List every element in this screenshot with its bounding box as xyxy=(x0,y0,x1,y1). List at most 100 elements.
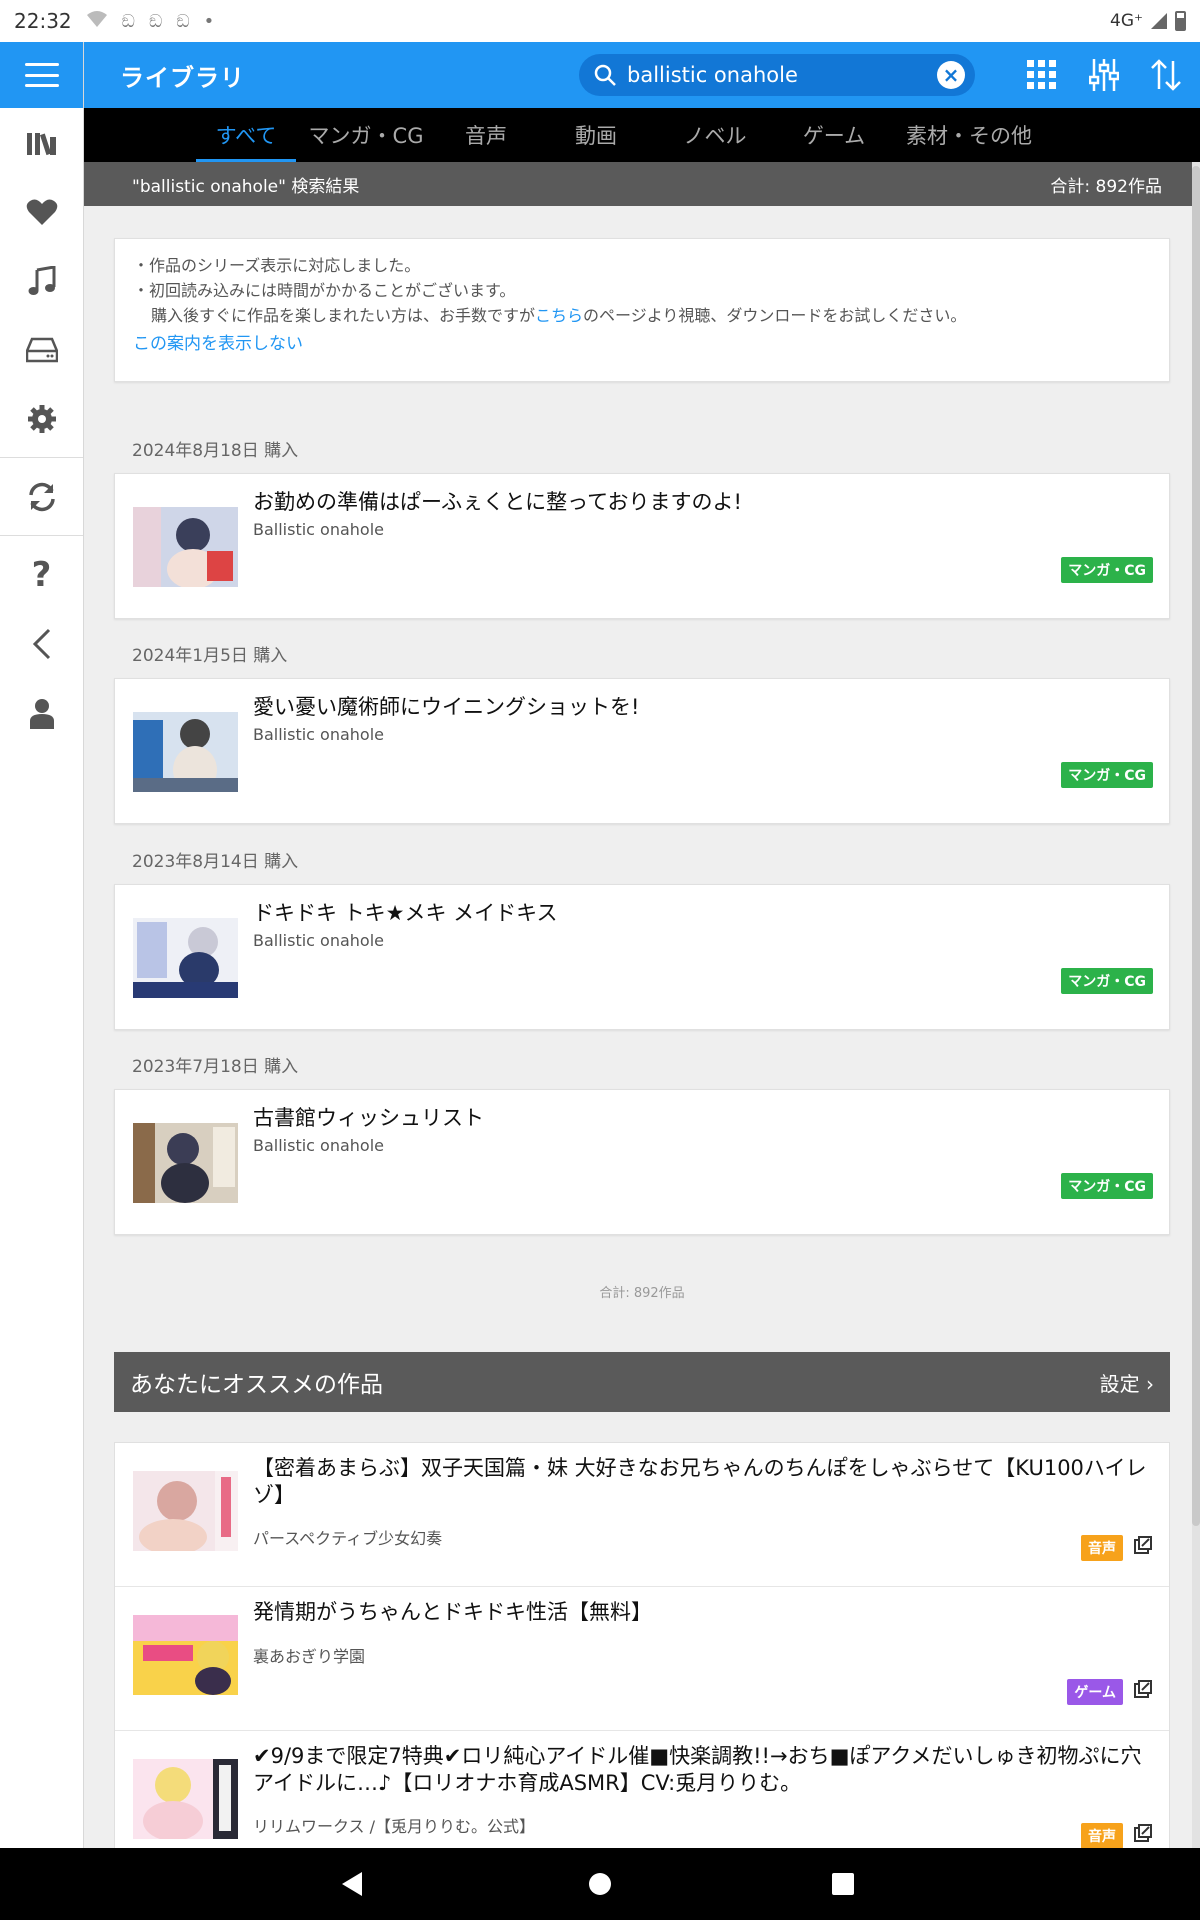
item-title: 古書館ウィッシュリスト xyxy=(253,1106,484,1130)
sidebar-item-favorites[interactable] xyxy=(0,177,83,246)
menu-button[interactable] xyxy=(0,42,83,108)
item-author: Ballistic onahole xyxy=(253,725,385,744)
item-title: お勤めの準備はぱーふぇくとに整っておりますのよ! xyxy=(253,490,742,514)
library-content: ・作品のシリーズ表示に対応しました。 ・初回読み込みには時間がかかることがござい… xyxy=(84,206,1192,1848)
item-author: Ballistic onahole xyxy=(253,520,385,539)
status-bar: 22:32 ඞ ඞ ඞ • 4G⁺ xyxy=(0,0,1200,42)
sync-icon xyxy=(28,482,55,511)
item-thumbnail xyxy=(133,1615,238,1695)
item-thumbnail xyxy=(133,507,238,587)
tab-materials-other[interactable]: 素材・その他 xyxy=(894,108,1044,162)
item-thumbnail xyxy=(133,918,238,998)
recommended-item[interactable]: 【密着あまらぶ】双子天国篇・妹 大好きなお兄ちゃんのちんぽをしゃぶらせて【KU1… xyxy=(115,1443,1169,1587)
item-thumbnail xyxy=(133,1123,238,1203)
item-thumbnail xyxy=(133,712,238,792)
recommended-item[interactable]: ✔9/9まで限定7特典✔ロリ純心アイドル催■快楽調教!!→おち■ぽアクメだいしゅ… xyxy=(115,1731,1169,1848)
library-item[interactable]: 古書館ウィッシュリスト Ballistic onahole マンガ・CG xyxy=(114,1089,1170,1235)
grid-icon xyxy=(1027,60,1056,89)
gear-icon xyxy=(27,404,56,433)
sidebar-item-account[interactable] xyxy=(0,678,83,747)
search-field[interactable]: ballistic onahole × xyxy=(579,54,975,96)
search-results-label: "ballistic onahole" 検索結果 xyxy=(132,176,360,197)
recommendations-header: あなたにオススメの作品 設定 › xyxy=(114,1352,1170,1412)
signal-icon xyxy=(1151,13,1167,29)
sidebar-divider xyxy=(0,457,83,458)
hard-drive-icon xyxy=(25,337,58,362)
category-badge: 音声 xyxy=(1081,1535,1123,1561)
tab-manga-cg[interactable]: マンガ・CG xyxy=(296,108,436,162)
sidebar-item-back[interactable] xyxy=(0,609,83,678)
scrollbar-thumb[interactable] xyxy=(1192,166,1200,1526)
user-icon xyxy=(29,698,54,729)
sidebar: ? xyxy=(0,42,84,1848)
grid-view-button[interactable] xyxy=(1020,53,1064,97)
recommendations-settings-button[interactable]: 設定 › xyxy=(1100,1368,1154,1397)
page-title: ライブラリ xyxy=(120,63,245,92)
notice-line: ・作品のシリーズ表示に対応しました。 xyxy=(133,256,421,275)
here-link[interactable]: こちら xyxy=(535,306,583,325)
category-badge: マンガ・CG xyxy=(1061,1173,1153,1199)
library-icon xyxy=(26,132,56,155)
notification-icon: ඞ xyxy=(176,10,190,32)
purchase-date: 2023年7月18日 購入 xyxy=(132,1057,299,1077)
tab-game[interactable]: ゲーム xyxy=(774,108,894,162)
external-link-icon[interactable] xyxy=(1133,1679,1153,1699)
category-badge: 音声 xyxy=(1081,1823,1123,1848)
purchase-date: 2024年8月18日 購入 xyxy=(132,441,299,461)
results-total: 合計: 892作品 xyxy=(1050,176,1162,197)
back-nav-icon[interactable] xyxy=(342,1872,362,1896)
external-link-icon[interactable] xyxy=(1133,1535,1153,1555)
notice-line: 購入後すぐに作品を楽しまれたい方は、お手数ですがこちらのページより視聴、ダウンロ… xyxy=(151,306,967,325)
close-icon: × xyxy=(942,63,960,87)
sort-button[interactable] xyxy=(1144,53,1188,97)
tab-video[interactable]: 動画 xyxy=(536,108,656,162)
clear-search-button[interactable]: × xyxy=(937,61,965,89)
notice-line: ・初回読み込みには時間がかかることがございます。 xyxy=(133,281,516,300)
heart-icon xyxy=(26,199,57,225)
hide-notice-link[interactable]: この案内を表示しない xyxy=(133,332,1151,357)
tab-all[interactable]: すべて xyxy=(196,108,296,162)
clock: 22:32 xyxy=(14,9,72,33)
library-item[interactable]: 愛い憂い魔術師にウイニングショットを! Ballistic onahole マン… xyxy=(114,678,1170,824)
sidebar-divider xyxy=(0,535,83,536)
library-item[interactable]: お勤めの準備はぱーふぇくとに整っておりますのよ! Ballistic onaho… xyxy=(114,473,1170,619)
music-note-icon xyxy=(28,265,55,295)
category-badge: マンガ・CG xyxy=(1061,762,1153,788)
notification-icon: ඞ xyxy=(148,10,163,32)
item-author: 裏あおぎり学園 xyxy=(253,1647,366,1666)
item-author: パースペクティブ少女幻奏 xyxy=(253,1529,443,1548)
category-tabs: すべて マンガ・CG 音声 動画 ノベル ゲーム 素材・その他 xyxy=(84,108,1200,162)
sidebar-item-help[interactable]: ? xyxy=(0,540,83,609)
purchase-date: 2024年1月5日 購入 xyxy=(132,646,288,666)
battery-icon xyxy=(1175,11,1186,31)
item-title: 愛い憂い魔術師にウイニングショットを! xyxy=(253,695,640,719)
app-bar: ライブラリ ballistic onahole × xyxy=(84,42,1200,108)
home-nav-icon[interactable] xyxy=(589,1873,611,1895)
sidebar-item-settings[interactable] xyxy=(0,384,83,453)
search-query-text[interactable]: ballistic onahole xyxy=(627,63,937,87)
category-badge: ゲーム xyxy=(1067,1679,1123,1705)
sidebar-item-storage[interactable] xyxy=(0,315,83,384)
item-author: Ballistic onahole xyxy=(253,1136,385,1155)
external-link-icon[interactable] xyxy=(1133,1823,1153,1843)
total-count-footer: 合計: 892作品 xyxy=(599,1286,685,1301)
tab-audio[interactable]: 音声 xyxy=(436,108,536,162)
category-badge: マンガ・CG xyxy=(1061,557,1153,583)
recommended-item[interactable]: 発情期がうちゃんとドキドキ性活【無料】 裏あおぎり学園 ゲーム xyxy=(115,1587,1169,1731)
sidebar-item-sync[interactable] xyxy=(0,462,83,531)
notification-icon: ඞ xyxy=(121,10,135,32)
sidebar-item-library[interactable] xyxy=(0,108,83,177)
library-item[interactable]: ドキドキ トキ★メキ メイドキス Ballistic onahole マンガ・C… xyxy=(114,884,1170,1030)
filter-button[interactable] xyxy=(1082,53,1126,97)
item-author: リリムワークス /【兎月りりむ。公式】 xyxy=(253,1817,535,1836)
purchase-date: 2023年8月14日 購入 xyxy=(132,852,299,872)
recent-apps-nav-icon[interactable] xyxy=(832,1873,854,1895)
item-title: 【密着あまらぶ】双子天国篇・妹 大好きなお兄ちゃんのちんぽをしゃぶらせて【KU1… xyxy=(253,1456,1147,1507)
search-icon xyxy=(594,64,616,86)
sliders-icon xyxy=(1089,59,1119,91)
system-nav-bar xyxy=(0,1848,1200,1920)
info-notice: ・作品のシリーズ表示に対応しました。 ・初回読み込みには時間がかかることがござい… xyxy=(114,238,1170,382)
sidebar-item-music[interactable] xyxy=(0,246,83,315)
tab-novel[interactable]: ノベル xyxy=(656,108,774,162)
item-author: Ballistic onahole xyxy=(253,931,385,950)
